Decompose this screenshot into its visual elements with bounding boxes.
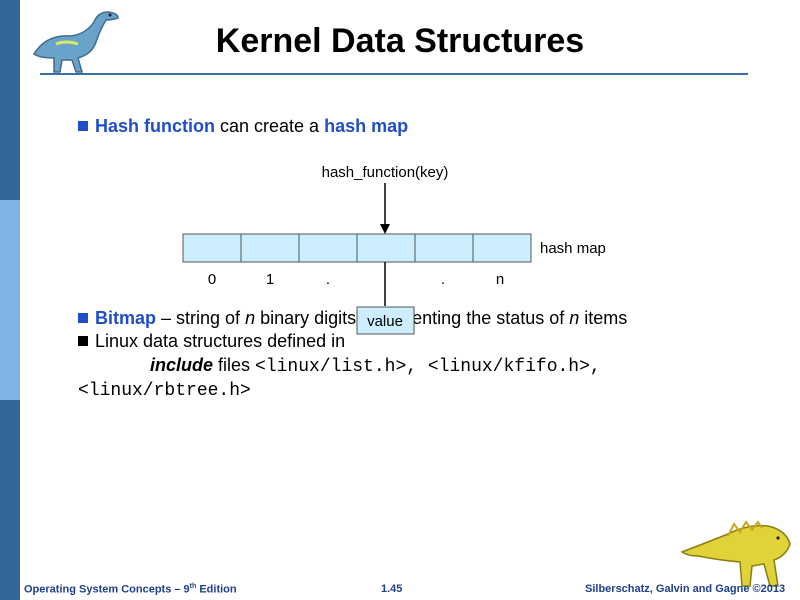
file-rbtree-h: <linux/rbtree.h> (78, 381, 251, 401)
dinosaur-footer-logo-icon (680, 520, 791, 587)
files-word: files (213, 355, 256, 375)
include-line: include files <linux/list.h>, <linux/kfi… (150, 355, 601, 377)
linux-text: Linux data structures defined in (95, 331, 346, 351)
include-word: include (150, 355, 214, 375)
file-separator: , (406, 357, 428, 377)
footer-page-number: 1.45 (381, 583, 403, 595)
value-label: value (367, 313, 403, 330)
footer-authors: Silberschatz, Galvin and Gagne ©2013 (585, 583, 786, 595)
file-kfifo-h: <linux/kfifo.h> (427, 357, 590, 377)
footer-text: Edition (196, 583, 237, 596)
bullet-linux-structures: Linux data structures defined in (78, 331, 345, 352)
file-list-h: <linux/list.h> (255, 357, 407, 377)
footer-text: Operating System Concepts – 9 (24, 583, 190, 596)
include-line-2: <linux/rbtree.h> (78, 379, 251, 401)
bullet-square-icon (78, 336, 88, 346)
value-box-layer: value (356, 306, 415, 335)
file-separator: , (589, 357, 601, 377)
footer-book-title: Operating System Concepts – 9th Edition (24, 583, 237, 596)
